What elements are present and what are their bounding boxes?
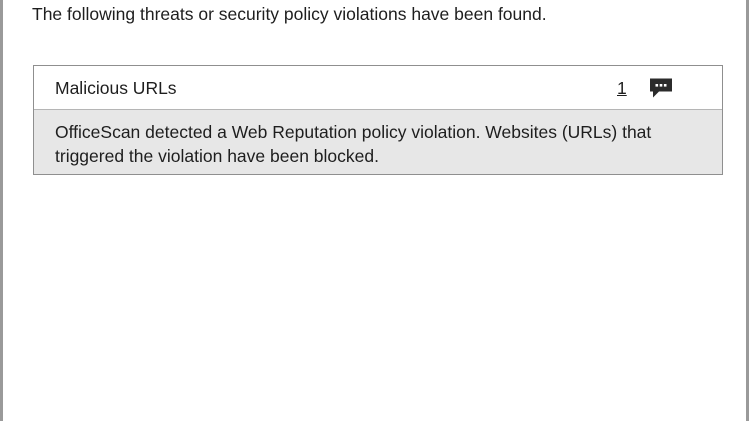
intro-message: The following threats or security policy…: [32, 4, 547, 24]
threat-panel-malicious-urls: Malicious URLs 1 OfficeScan detected a W…: [33, 65, 723, 175]
threat-header: Malicious URLs 1: [34, 66, 722, 110]
threat-count-link[interactable]: 1: [617, 77, 627, 99]
officescan-notification-window: The following threats or security policy…: [0, 0, 749, 421]
threat-title: Malicious URLs: [55, 78, 177, 98]
comment-icon[interactable]: [648, 77, 674, 99]
threat-description: OfficeScan detected a Web Reputation pol…: [34, 110, 722, 174]
